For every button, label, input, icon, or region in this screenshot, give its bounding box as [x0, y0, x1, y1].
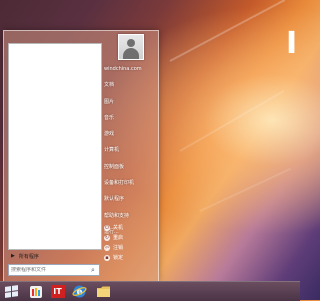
- taskbar: IT e: [0, 281, 300, 301]
- right-pane: windchina.com 文档 图片 音乐 游戏 计算机 控制面板 设备和打印…: [104, 66, 156, 245]
- menu-item-computer[interactable]: 计算机: [104, 147, 156, 154]
- it-app-button[interactable]: IT: [49, 284, 66, 299]
- start-menu: ▶ 所有程序 ⌕ windchina.com 文档 图片 音乐 游戏 计算机 控…: [3, 30, 159, 282]
- internet-explorer-button[interactable]: e: [71, 284, 88, 299]
- menu-item-documents[interactable]: 文档: [104, 82, 156, 89]
- power-icon: ⏻: [104, 224, 110, 231]
- menu-item-control-panel[interactable]: 控制面板: [104, 164, 156, 171]
- power-label-lock: 锁定: [113, 255, 124, 261]
- windows-logo-icon: [5, 285, 18, 298]
- power-item-restart[interactable]: ↻ 重启: [104, 234, 123, 241]
- restart-icon: ↻: [104, 234, 110, 241]
- menu-item-games[interactable]: 游戏: [104, 131, 156, 138]
- start-button[interactable]: [3, 284, 20, 299]
- search-input[interactable]: [9, 267, 91, 273]
- lock-icon: ▪: [104, 254, 110, 261]
- power-label-restart: 重启: [113, 235, 124, 241]
- menu-item-pictures[interactable]: 图片: [104, 99, 156, 106]
- desktop-brand-text: I: [286, 26, 299, 61]
- user-avatar[interactable]: [118, 34, 144, 60]
- all-programs-button[interactable]: ▶ 所有程序: [8, 251, 100, 261]
- internet-explorer-icon: e: [72, 285, 87, 298]
- menu-item-devices-printers[interactable]: 设备和打印机: [104, 180, 156, 187]
- programs-list[interactable]: [8, 43, 102, 250]
- menu-item-music[interactable]: 音乐: [104, 115, 156, 122]
- power-label-shutdown: 关机: [113, 225, 124, 231]
- folder-icon: [97, 286, 110, 297]
- media-player-button[interactable]: [27, 284, 44, 299]
- menu-item-default-programs[interactable]: 默认程序: [104, 196, 156, 203]
- menu-item-help[interactable]: 帮助和支持: [104, 213, 156, 220]
- power-item-lock[interactable]: ▪ 锁定: [104, 254, 123, 261]
- file-explorer-button[interactable]: [95, 284, 112, 299]
- media-player-icon: [29, 285, 42, 298]
- it-app-icon: IT: [50, 285, 65, 298]
- search-icon[interactable]: ⌕: [91, 266, 95, 274]
- power-item-logoff[interactable]: ⇦ 注销: [104, 244, 123, 251]
- search-box[interactable]: ⌕: [8, 264, 100, 276]
- all-programs-label: 所有程序: [18, 253, 39, 260]
- user-name-link[interactable]: windchina.com: [104, 66, 156, 73]
- arrow-right-icon: ▶: [11, 253, 15, 259]
- power-label-logoff: 注销: [113, 245, 124, 251]
- power-item-shutdown[interactable]: ⏻ 关机: [104, 224, 123, 231]
- logoff-icon: ⇦: [104, 244, 110, 251]
